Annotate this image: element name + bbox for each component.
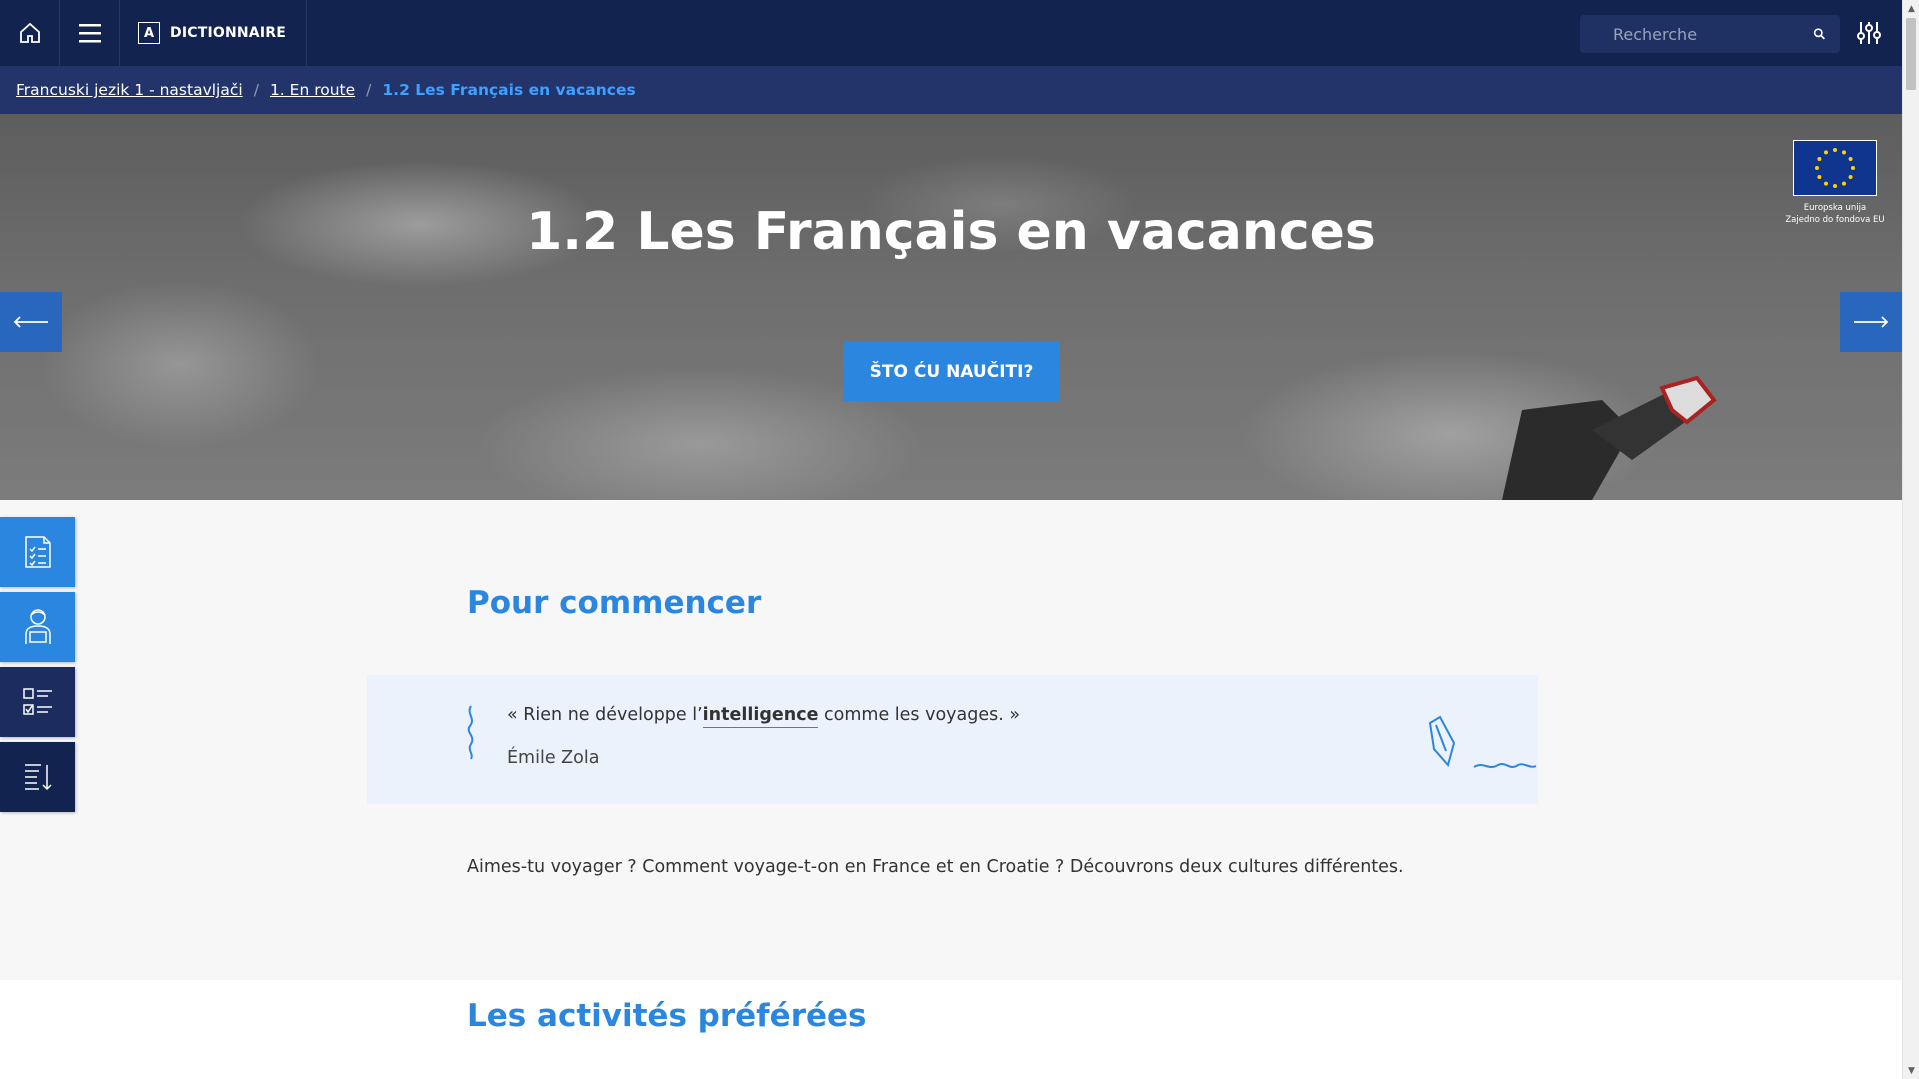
top-navigation-bar: A DICTIONNAIRE [0, 0, 1902, 66]
section-title-activites: Les activités préférées [467, 998, 867, 1034]
quote-text: « Rien ne développe l’intelligence comme… [507, 705, 1021, 728]
search-icon[interactable] [1813, 26, 1826, 42]
quote-text-part: comme les voyages. » [818, 705, 1021, 725]
eu-caption-line: Europska unija [1803, 203, 1867, 213]
arrow-left-icon [13, 316, 48, 328]
arrow-right-icon [1854, 316, 1889, 328]
previous-page-button[interactable] [0, 292, 62, 352]
table-of-contents-button[interactable] [0, 742, 75, 812]
search-input[interactable] [1613, 24, 1813, 44]
scrollbar-thumb[interactable] [1906, 18, 1916, 90]
quote-block: « Rien ne développe l’intelligence comme… [367, 675, 1538, 804]
side-toolbar [0, 517, 75, 817]
teacher-button[interactable] [0, 592, 75, 662]
hamburger-menu-icon [78, 24, 101, 43]
breadcrumb-link-unit[interactable]: 1. En route [270, 81, 355, 99]
eu-flag-icon [1793, 140, 1877, 196]
sliders-settings-icon [1857, 22, 1881, 44]
quote-squiggle-icon [467, 705, 474, 760]
eu-funding-logo: Europska unija Zajedno do fondova EU [1780, 140, 1890, 226]
learning-goals-button[interactable]: ŠTO ĆU NAUČITI? [843, 342, 1060, 401]
breadcrumb-separator: / [253, 81, 259, 99]
scroll-up-arrow-icon[interactable]: ▲ [1903, 0, 1919, 17]
home-icon [19, 22, 40, 43]
hero-banner: 1.2 Les Français en vacances ŠTO ĆU NAUČ… [0, 114, 1902, 500]
search-box [1580, 15, 1840, 53]
breadcrumb: Francuski jezik 1 - nastavljači / 1. En … [0, 66, 1902, 114]
quote-text-part: « Rien ne développe l’ [507, 705, 703, 725]
teacher-person-icon [24, 609, 51, 644]
intro-paragraph: Aimes-tu voyager ? Comment voyage-t-on e… [467, 857, 1404, 877]
task-list-button[interactable] [0, 667, 75, 737]
eu-caption: Europska unija Zajedno do fondova EU [1780, 202, 1890, 226]
home-button[interactable] [0, 0, 60, 66]
dictionary-icon: A [138, 22, 160, 44]
checklist-document-button[interactable] [0, 517, 75, 587]
dictionary-label: DICTIONNAIRE [170, 25, 286, 41]
section-title-pour-commencer: Pour commencer [467, 585, 762, 621]
breadcrumb-link-course[interactable]: Francuski jezik 1 - nastavljači [16, 81, 243, 99]
quote-author: Émile Zola [507, 748, 600, 768]
hero-background-legs-image [1502, 375, 1717, 500]
sort-list-icon [24, 764, 52, 791]
page-title: 1.2 Les Français en vacances [526, 202, 1376, 262]
breadcrumb-separator: / [366, 81, 372, 99]
breadcrumb-current: 1.2 Les Français en vacances [382, 81, 636, 99]
next-page-button[interactable] [1840, 292, 1902, 352]
settings-button[interactable] [1844, 0, 1894, 66]
checkbox-list-icon [22, 688, 52, 715]
dictionary-button[interactable]: A DICTIONNAIRE [120, 0, 307, 66]
fountain-pen-icon [1428, 715, 1537, 768]
scroll-down-arrow-icon[interactable]: ▼ [1903, 1062, 1919, 1079]
main-content: Pour commencer « Rien ne développe l’int… [0, 500, 1902, 980]
glossary-term-intelligence[interactable]: intelligence [702, 705, 819, 728]
vertical-scrollbar[interactable]: ▲ ▼ [1902, 0, 1919, 1079]
eu-caption-line: Zajedno do fondova EU [1785, 215, 1885, 225]
document-checklist-icon [24, 536, 51, 568]
activities-section: Les activités préférées [0, 980, 1902, 1079]
menu-button[interactable] [60, 0, 120, 66]
